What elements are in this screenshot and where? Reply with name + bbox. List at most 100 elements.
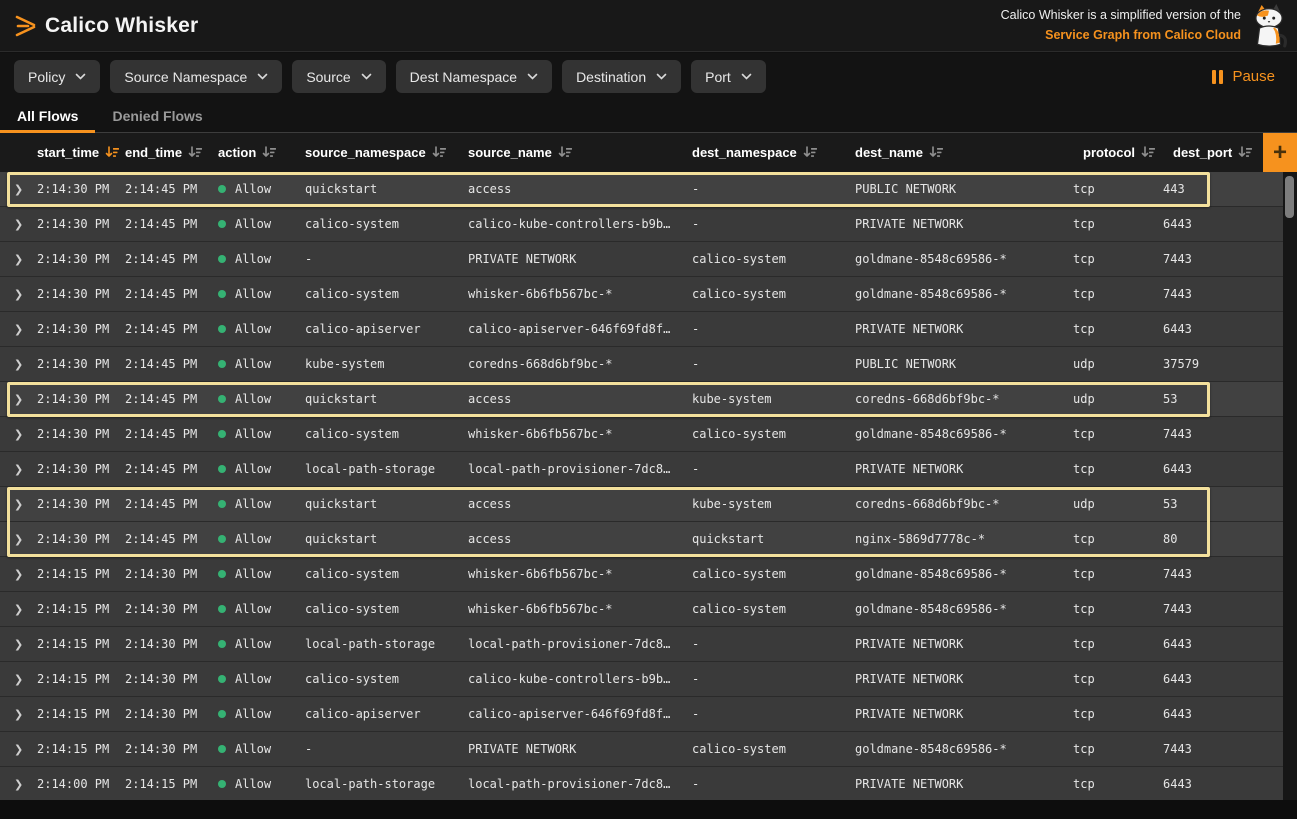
row-expand-icon[interactable]: ❯ bbox=[0, 428, 37, 441]
row-expand-icon[interactable]: ❯ bbox=[0, 568, 37, 581]
filter-source-button[interactable]: Source bbox=[292, 60, 385, 93]
table-row[interactable]: ❯ 2:14:15 PM 2:14:30 PM Allow calico-sys… bbox=[0, 557, 1283, 592]
table-row[interactable]: ❯ 2:14:30 PM 2:14:45 PM Allow local-path… bbox=[0, 452, 1283, 487]
row-expand-icon[interactable]: ❯ bbox=[0, 498, 37, 511]
cell-dest-name: PRIVATE NETWORK bbox=[855, 777, 1073, 791]
filter-port-button[interactable]: Port bbox=[691, 60, 766, 93]
row-expand-icon[interactable]: ❯ bbox=[0, 393, 37, 406]
add-column-button[interactable]: + bbox=[1263, 133, 1297, 172]
column-label: dest_port bbox=[1173, 145, 1232, 160]
chevron-down-icon bbox=[361, 73, 372, 80]
row-expand-icon[interactable]: ❯ bbox=[0, 638, 37, 651]
cell-end-time: 2:14:45 PM bbox=[125, 322, 218, 336]
row-expand-icon[interactable]: ❯ bbox=[0, 183, 37, 196]
cell-dest-name: goldmane-8548c69586-* bbox=[855, 252, 1073, 266]
pause-button[interactable]: Pause bbox=[1212, 68, 1283, 85]
filter-label: Port bbox=[705, 69, 731, 85]
cell-dest-name: coredns-668d6bf9bc-* bbox=[855, 392, 1073, 406]
table-row[interactable]: ❯ 2:14:30 PM 2:14:45 PM Allow quickstart… bbox=[0, 172, 1283, 207]
table-row[interactable]: ❯ 2:14:30 PM 2:14:45 PM Allow calico-api… bbox=[0, 312, 1283, 347]
table-row[interactable]: ❯ 2:14:15 PM 2:14:30 PM Allow calico-api… bbox=[0, 697, 1283, 732]
tab-all-flows[interactable]: All Flows bbox=[0, 100, 95, 132]
column-label: end_time bbox=[125, 145, 182, 160]
cell-protocol: tcp bbox=[1073, 777, 1163, 791]
column-header-source-name[interactable]: source_name bbox=[468, 145, 692, 160]
cell-end-time: 2:14:45 PM bbox=[125, 427, 218, 441]
tab-denied-flows[interactable]: Denied Flows bbox=[95, 100, 219, 132]
table-row[interactable]: ❯ 2:14:30 PM 2:14:45 PM Allow calico-sys… bbox=[0, 277, 1283, 312]
row-expand-icon[interactable]: ❯ bbox=[0, 603, 37, 616]
table-row[interactable]: ❯ 2:14:30 PM 2:14:45 PM Allow quickstart… bbox=[0, 382, 1283, 417]
column-label: action bbox=[218, 145, 256, 160]
cell-source-namespace: local-path-storage bbox=[305, 777, 468, 791]
cell-end-time: 2:14:45 PM bbox=[125, 252, 218, 266]
cell-start-time: 2:14:30 PM bbox=[37, 532, 125, 546]
table-row[interactable]: ❯ 2:14:30 PM 2:14:45 PM Allow - PRIVATE … bbox=[0, 242, 1283, 277]
table-row[interactable]: ❯ 2:14:30 PM 2:14:45 PM Allow kube-syste… bbox=[0, 347, 1283, 382]
row-expand-icon[interactable]: ❯ bbox=[0, 358, 37, 371]
row-expand-icon[interactable]: ❯ bbox=[0, 288, 37, 301]
column-header-dest-namespace[interactable]: dest_namespace bbox=[692, 145, 855, 160]
filter-source-namespace-button[interactable]: Source Namespace bbox=[110, 60, 282, 93]
cell-dest-name: PRIVATE NETWORK bbox=[855, 637, 1073, 651]
allow-status-dot bbox=[218, 745, 226, 753]
cell-protocol: tcp bbox=[1073, 742, 1163, 756]
cell-action: Allow bbox=[218, 777, 305, 791]
cell-dest-namespace: calico-system bbox=[692, 287, 855, 301]
filter-label: Policy bbox=[28, 69, 65, 85]
table-row[interactable]: ❯ 2:14:00 PM 2:14:15 PM Allow local-path… bbox=[0, 767, 1283, 800]
cell-source-namespace: calico-apiserver bbox=[305, 707, 468, 721]
cell-source-name: whisker-6b6fb567bc-* bbox=[468, 602, 692, 616]
cell-dest-port: 7443 bbox=[1163, 252, 1283, 266]
column-header-protocol[interactable]: protocol bbox=[1073, 145, 1163, 160]
cell-end-time: 2:14:30 PM bbox=[125, 742, 218, 756]
row-expand-icon[interactable]: ❯ bbox=[0, 218, 37, 231]
table-row[interactable]: ❯ 2:14:15 PM 2:14:30 PM Allow local-path… bbox=[0, 627, 1283, 662]
cell-start-time: 2:14:15 PM bbox=[37, 672, 125, 686]
cell-dest-name: PUBLIC NETWORK bbox=[855, 182, 1073, 196]
table-row[interactable]: ❯ 2:14:30 PM 2:14:45 PM Allow quickstart… bbox=[0, 487, 1283, 522]
cell-source-namespace: calico-system bbox=[305, 602, 468, 616]
row-expand-icon[interactable]: ❯ bbox=[0, 743, 37, 756]
cell-dest-port: 37579 bbox=[1163, 357, 1283, 371]
row-expand-icon[interactable]: ❯ bbox=[0, 708, 37, 721]
table-row[interactable]: ❯ 2:14:15 PM 2:14:30 PM Allow calico-sys… bbox=[0, 662, 1283, 697]
sort-icon bbox=[432, 146, 447, 159]
sort-icon bbox=[929, 146, 944, 159]
cell-dest-name: nginx-5869d7778c-* bbox=[855, 532, 1073, 546]
cell-end-time: 2:14:30 PM bbox=[125, 672, 218, 686]
scrollbar-thumb[interactable] bbox=[1285, 176, 1294, 218]
column-header-start-time[interactable]: start_time bbox=[37, 145, 125, 160]
column-header-source-namespace[interactable]: source_namespace bbox=[305, 145, 468, 160]
table-row[interactable]: ❯ 2:14:30 PM 2:14:45 PM Allow quickstart… bbox=[0, 522, 1283, 557]
allow-status-dot bbox=[218, 780, 226, 788]
row-expand-icon[interactable]: ❯ bbox=[0, 463, 37, 476]
service-graph-link[interactable]: Service Graph from Calico Cloud bbox=[1045, 28, 1241, 42]
cell-source-name: whisker-6b6fb567bc-* bbox=[468, 427, 692, 441]
column-header-end-time[interactable]: end_time bbox=[125, 145, 218, 160]
column-header-dest-name[interactable]: dest_name bbox=[855, 145, 1073, 160]
app-title: Calico Whisker bbox=[45, 14, 198, 38]
filter-destination-button[interactable]: Destination bbox=[562, 60, 681, 93]
bottom-scroll-area bbox=[0, 800, 1297, 819]
row-expand-icon[interactable]: ❯ bbox=[0, 673, 37, 686]
table-row[interactable]: ❯ 2:14:30 PM 2:14:45 PM Allow calico-sys… bbox=[0, 207, 1283, 242]
row-expand-icon[interactable]: ❯ bbox=[0, 533, 37, 546]
cell-action: Allow bbox=[218, 672, 305, 686]
row-expand-icon[interactable]: ❯ bbox=[0, 253, 37, 266]
cell-action: Allow bbox=[218, 497, 305, 511]
cell-source-name: access bbox=[468, 532, 692, 546]
filter-dest-namespace-button[interactable]: Dest Namespace bbox=[396, 60, 552, 93]
table-row[interactable]: ❯ 2:14:30 PM 2:14:45 PM Allow calico-sys… bbox=[0, 417, 1283, 452]
row-expand-icon[interactable]: ❯ bbox=[0, 778, 37, 791]
cell-source-name: local-path-provisioner-7dc8… bbox=[468, 777, 692, 791]
cell-dest-namespace: - bbox=[692, 322, 855, 336]
chevron-down-icon bbox=[656, 73, 667, 80]
table-row[interactable]: ❯ 2:14:15 PM 2:14:30 PM Allow - PRIVATE … bbox=[0, 732, 1283, 767]
table-row[interactable]: ❯ 2:14:15 PM 2:14:30 PM Allow calico-sys… bbox=[0, 592, 1283, 627]
column-header-action[interactable]: action bbox=[218, 145, 305, 160]
filter-policy-button[interactable]: Policy bbox=[14, 60, 100, 93]
pause-icon bbox=[1212, 70, 1223, 84]
row-expand-icon[interactable]: ❯ bbox=[0, 323, 37, 336]
sort-icon bbox=[558, 146, 573, 159]
